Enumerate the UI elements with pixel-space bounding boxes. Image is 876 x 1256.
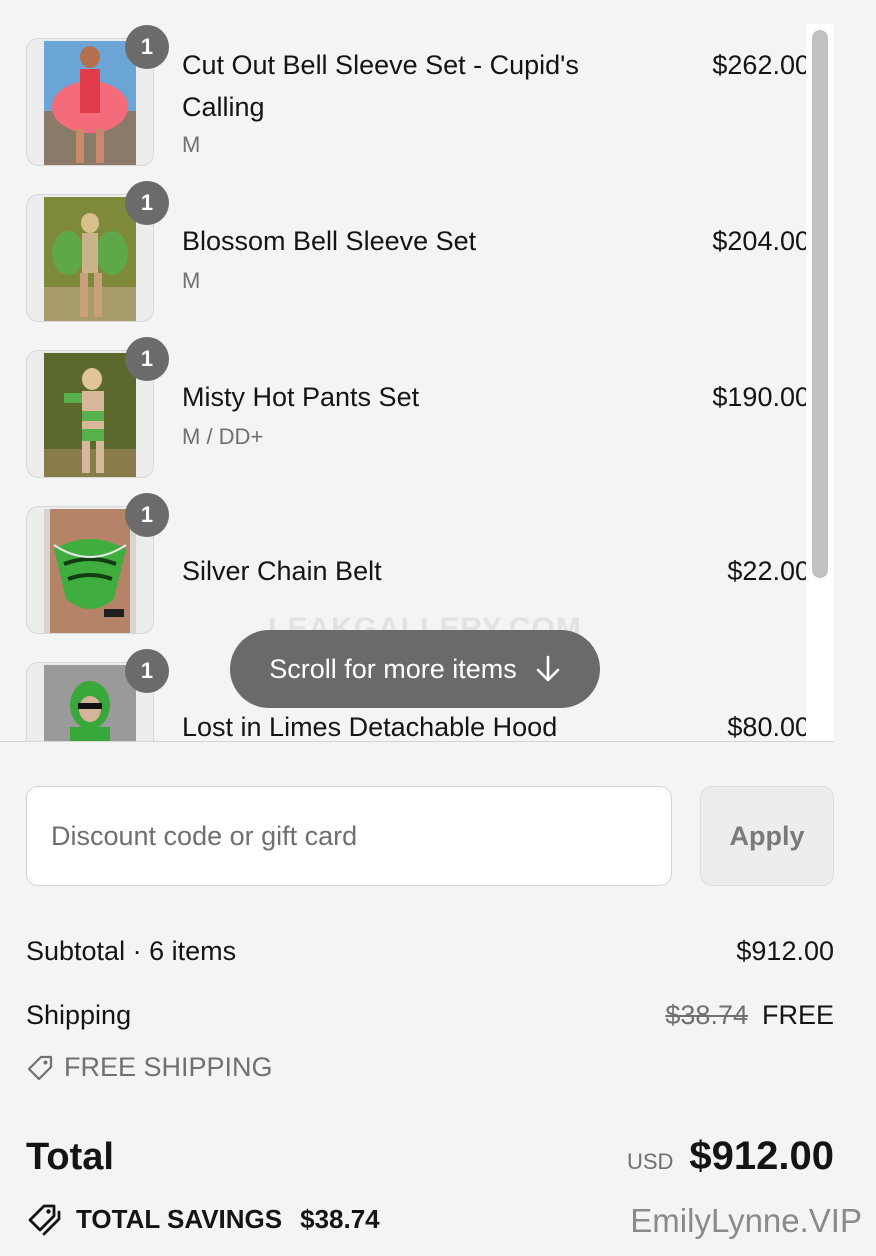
product-price: $204.00 xyxy=(712,226,810,256)
discount-code-input[interactable] xyxy=(26,786,672,886)
tag-icon xyxy=(27,1055,53,1080)
cart-item-list[interactable]: 1 Cut Out Bell Sleeve Set - Cupid's Call… xyxy=(0,0,834,742)
product-price: $22.00 xyxy=(727,556,810,586)
product-variant: M xyxy=(182,132,201,157)
product-name: Misty Hot Pants Set xyxy=(182,382,420,412)
scrollbar-thumb[interactable] xyxy=(812,30,828,578)
total-savings-label: TOTAL SAVINGS xyxy=(76,1203,283,1234)
free-shipping-label: FREE SHIPPING xyxy=(64,1052,273,1082)
product-price: $262.00 xyxy=(712,50,810,80)
product-image xyxy=(44,509,136,633)
shipping-original-price: $38.74 xyxy=(665,1000,748,1030)
product-variant: M / DD+ xyxy=(182,424,264,449)
cart-item: 1 Misty Hot Pants Set M / DD+ $190.00 xyxy=(0,337,810,490)
product-thumbnail: 1 xyxy=(26,181,169,322)
product-price: $80.00 xyxy=(727,712,810,742)
quantity-badge: 1 xyxy=(125,337,169,381)
total-value: $912.00 xyxy=(689,1134,834,1178)
quantity-badge: 1 xyxy=(125,25,169,69)
tags-icon xyxy=(28,1204,61,1236)
cart-item: 1 Blossom Bell Sleeve Set M $204.00 xyxy=(0,181,810,334)
total-savings-value: $38.74 xyxy=(300,1203,380,1234)
total-value-group: USD $912.00 xyxy=(627,1134,834,1179)
quantity-badge: 1 xyxy=(125,181,169,225)
product-thumbnail: 1 xyxy=(26,493,169,634)
apply-button[interactable]: Apply xyxy=(700,786,834,886)
subtotal-value: $912.00 xyxy=(736,936,834,966)
product-thumbnail: 1 xyxy=(26,649,169,741)
cart-item: 1 Cut Out Bell Sleeve Set - Cupid's Call… xyxy=(0,25,810,178)
scroll-hint-label: Scroll for more items xyxy=(269,653,517,684)
product-price: $190.00 xyxy=(712,382,810,412)
shipping-value: FREE xyxy=(761,1000,834,1030)
arrow-down-icon xyxy=(536,655,560,682)
product-image xyxy=(44,197,136,321)
total-label: Total xyxy=(26,1136,114,1178)
product-name: Blossom Bell Sleeve Set xyxy=(182,226,477,256)
product-image xyxy=(44,353,136,477)
scroll-for-more-button[interactable]: Scroll for more items xyxy=(230,630,600,708)
total-savings: TOTAL SAVINGS $38.74 xyxy=(26,1202,380,1236)
quantity-badge: 1 xyxy=(125,649,169,693)
quantity-badge: 1 xyxy=(125,493,169,537)
product-thumbnail: 1 xyxy=(26,337,169,478)
product-variant: M xyxy=(182,268,201,293)
subtotal-label: Subtotal · 6 items xyxy=(26,936,237,966)
free-shipping-discount: FREE SHIPPING xyxy=(26,1052,273,1083)
shipping-label: Shipping xyxy=(26,1000,132,1030)
footer-watermark: EmilyLynne.VIP xyxy=(630,1202,862,1239)
product-name: Silver Chain Belt xyxy=(182,556,382,586)
product-image xyxy=(44,41,136,165)
currency-code: USD xyxy=(626,1149,674,1174)
product-name: Cut Out Bell Sleeve Set - Cupid's Callin… xyxy=(182,50,579,122)
shipping-value-group: $38.74 FREE xyxy=(665,1000,834,1031)
product-image xyxy=(44,665,136,741)
product-name: Lost in Limes Detachable Hood xyxy=(182,712,558,742)
product-thumbnail: 1 xyxy=(26,25,169,166)
